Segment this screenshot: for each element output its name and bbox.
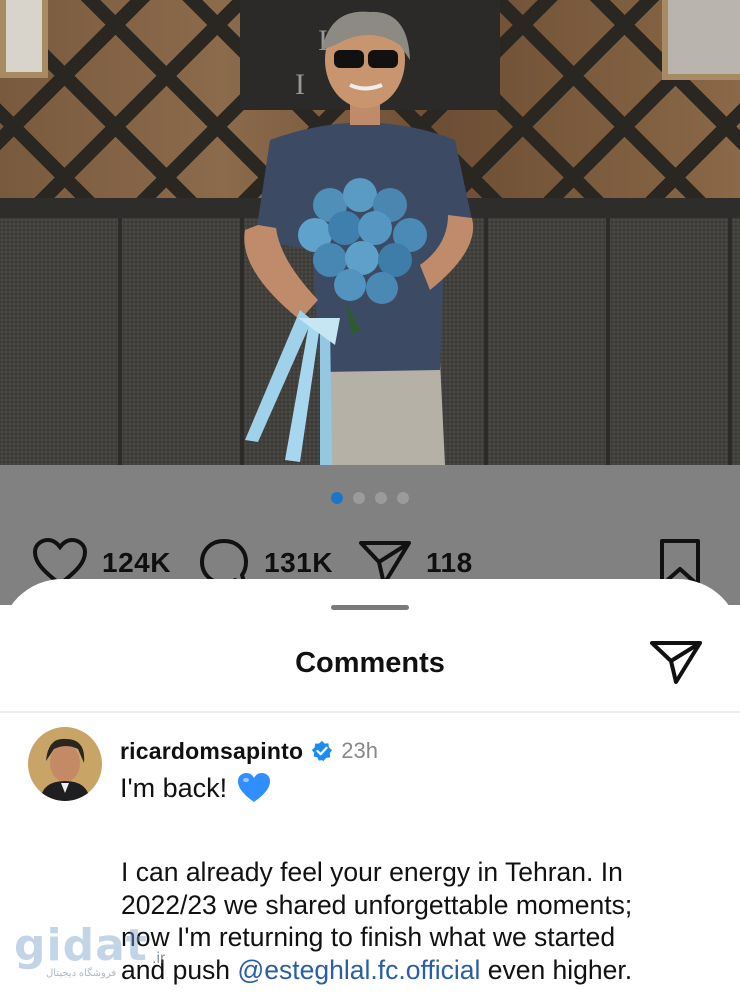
- post-photo[interactable]: I I: [0, 0, 740, 465]
- divider: [0, 711, 740, 713]
- mention-link[interactable]: @esteghlal.fc.official: [237, 955, 480, 985]
- comment-line-last: and push @esteghlal.fc.official even hig…: [121, 954, 721, 987]
- carousel-dot: [397, 492, 409, 504]
- comment-first-line: I'm back!: [120, 772, 271, 804]
- comment-text: and push: [121, 954, 238, 985]
- comment-text: even higher.: [480, 954, 633, 985]
- paper-plane-icon: [650, 641, 702, 684]
- carousel-indicator[interactable]: [0, 492, 740, 508]
- carousel-dot: [353, 492, 365, 504]
- comment-timestamp: 23h: [341, 738, 378, 763]
- sheet-drag-handle[interactable]: [331, 605, 409, 610]
- comment-body: I can already feel your energy in Tehran…: [121, 856, 721, 986]
- like-count: 124K: [102, 546, 171, 578]
- share-sheet-button[interactable]: [650, 639, 702, 685]
- verified-badge-icon: [312, 740, 333, 762]
- username-link[interactable]: ricardomsapinto: [120, 738, 303, 765]
- carousel-dot: [375, 492, 387, 504]
- blue-heart-emoji-icon: [238, 773, 271, 802]
- comment-line: now I'm returning to finish what we star…: [121, 922, 616, 952]
- share-count: 118: [426, 546, 473, 578]
- comment-opening: I'm back!: [120, 772, 228, 803]
- comment-header: ricardomsapinto 23h: [120, 736, 378, 766]
- avatar[interactable]: [28, 727, 102, 801]
- carousel-dot-active: [331, 492, 343, 504]
- person-with-flowers: [0, 0, 740, 465]
- comment-line: 2022/23 we shared unforgettable moments;: [121, 889, 633, 920]
- sheet-title: Comments: [295, 647, 445, 679]
- comment-count: 131K: [264, 546, 333, 578]
- comments-sheet: Comments ricardomsapinto 23h I'm back! I: [0, 579, 740, 997]
- comment-line: I can already feel your energy in Tehran…: [121, 857, 623, 887]
